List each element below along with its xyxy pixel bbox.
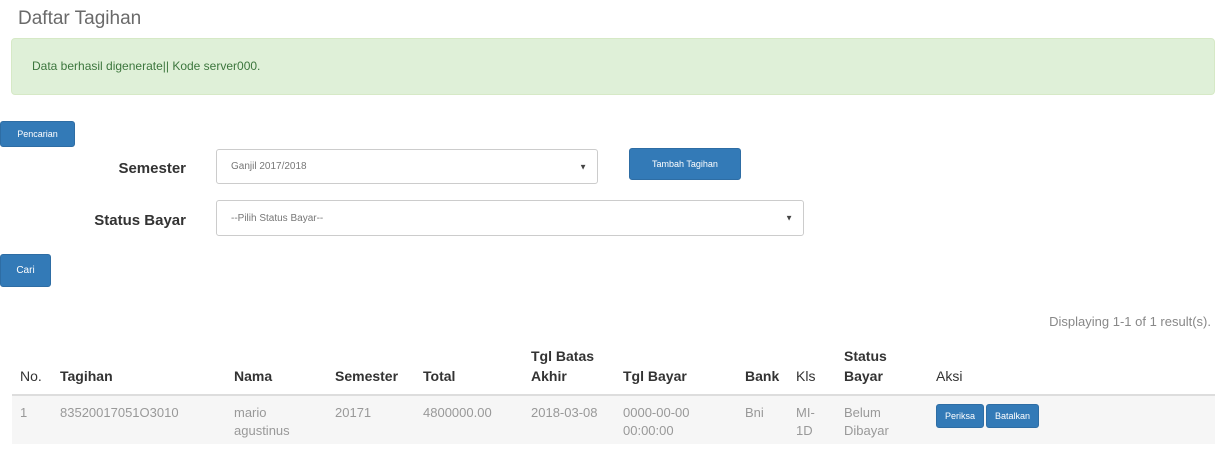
table-row: 1 83520017051O3010 mario agustinus 20171… (12, 395, 1215, 444)
col-bank[interactable]: Bank (737, 340, 788, 396)
cell-total: 4800000.00 (415, 395, 523, 444)
status-bayar-select[interactable]: --Pilih Status Bayar-- ▼ (216, 200, 804, 236)
semester-select[interactable]: Ganjil 2017/2018 ▼ (216, 149, 598, 184)
semester-label: Semester (118, 160, 186, 177)
status-bayar-label: Status Bayar (94, 212, 186, 229)
cell-tgl-bayar: 0000-00-00 00:00:00 (615, 395, 737, 444)
col-aksi: Aksi (928, 340, 1215, 396)
tambah-tagihan-button[interactable]: Tambah Tagihan (629, 148, 741, 180)
cell-bank: Bni (737, 395, 788, 444)
chevron-down-icon: ▼ (579, 162, 587, 171)
col-status-bayar[interactable]: Status Bayar (836, 340, 928, 396)
cell-semester: 20171 (327, 395, 415, 444)
cell-no: 1 (12, 395, 52, 444)
tagihan-table: No. Tagihan Nama Semester Total Tgl Bata… (12, 340, 1215, 444)
periksa-button[interactable]: Periksa (936, 404, 985, 428)
cell-tagihan: 83520017051O3010 (52, 395, 226, 444)
results-summary: Displaying 1-1 of 1 result(s). (1049, 314, 1211, 329)
cari-button[interactable]: Cari (0, 254, 51, 287)
pencarian-button[interactable]: Pencarian (0, 121, 75, 147)
table-header-row: No. Tagihan Nama Semester Total Tgl Bata… (12, 340, 1215, 396)
page-title: Daftar Tagihan (18, 8, 142, 29)
cell-nama: mario agustinus (226, 395, 327, 444)
chevron-down-icon: ▼ (785, 213, 793, 223)
col-total[interactable]: Total (415, 340, 523, 396)
col-nama[interactable]: Nama (226, 340, 327, 396)
alert-message: Data berhasil digenerate|| Kode server00… (32, 59, 261, 73)
col-no[interactable]: No. (12, 340, 52, 396)
col-tgl-bayar[interactable]: Tgl Bayar (615, 340, 737, 396)
success-alert: Data berhasil digenerate|| Kode server00… (11, 38, 1215, 95)
col-kls: Kls (788, 340, 836, 396)
status-bayar-select-value: --Pilih Status Bayar-- (231, 212, 324, 224)
semester-select-value: Ganjil 2017/2018 (231, 161, 307, 172)
batalkan-button[interactable]: Batalkan (986, 404, 1040, 428)
cell-aksi: Periksa Batalkan (928, 395, 1215, 444)
col-tgl-batas-akhir[interactable]: Tgl Batas Akhir (523, 340, 615, 396)
cell-status-bayar: Belum Dibayar (836, 395, 928, 444)
col-semester[interactable]: Semester (327, 340, 415, 396)
cell-tgl-batas-akhir: 2018-03-08 (523, 395, 615, 444)
cell-kls: MI-1D (788, 395, 836, 444)
col-tagihan[interactable]: Tagihan (52, 340, 226, 396)
